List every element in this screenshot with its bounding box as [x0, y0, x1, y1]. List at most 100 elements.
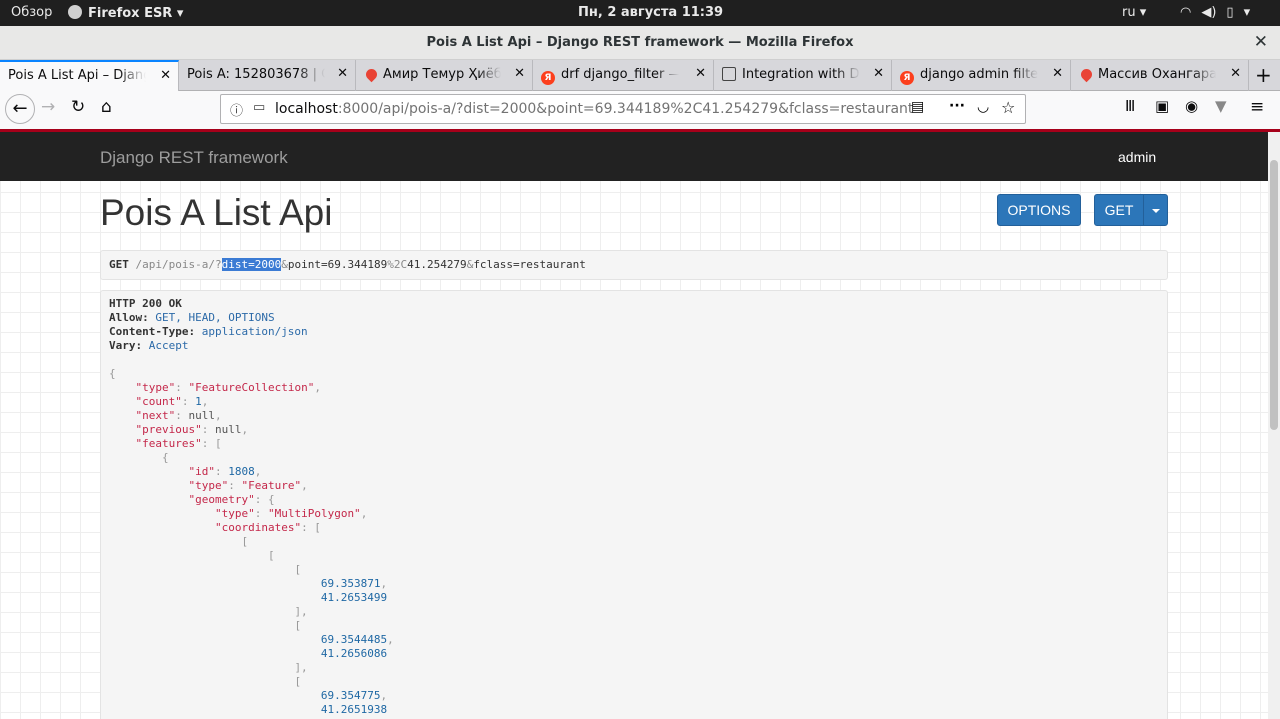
url-bar[interactable]: ⓘ ▭ localhost:8000/api/pois-a/?dist=2000…	[220, 94, 1026, 124]
header-key: Allow:	[109, 311, 149, 324]
json-null: null	[188, 409, 216, 422]
json-key: "count"	[135, 395, 182, 408]
fclass-value: restaurant	[519, 258, 586, 271]
tab-yandex-drf-filter[interactable]: Яdrf django_filter — Яндекс ✕	[533, 60, 714, 91]
yandex-icon: Я	[541, 71, 555, 85]
tab-label: Pois A: 152803678 | Change	[187, 67, 325, 82]
get-format-dropdown[interactable]	[1143, 194, 1168, 226]
clock[interactable]: Пн, 2 августа 11:39	[578, 5, 723, 20]
window-close-icon[interactable]: ✕	[1254, 32, 1268, 52]
user-menu[interactable]: admin	[1118, 149, 1156, 165]
tab-close-icon[interactable]: ✕	[873, 66, 884, 81]
app-menu-label: Firefox ESR	[88, 6, 173, 21]
query-separator: &	[281, 258, 288, 271]
json-key: "id"	[188, 465, 215, 478]
tab-label: Массив Охангарабод	[1098, 67, 1216, 82]
extension-icon[interactable]: ▼	[1215, 97, 1227, 115]
tab-label: Амир Темур Ҳиёбони	[383, 67, 501, 82]
json-key: "type"	[135, 381, 176, 394]
account-icon[interactable]: ◉	[1185, 97, 1198, 115]
tab-label: Integration with DRF	[742, 67, 860, 82]
json-number: 41.2653499	[320, 591, 388, 604]
system-tray[interactable]: ◠ ◀) ▯ ▾	[1180, 5, 1260, 20]
tab-close-icon[interactable]: ✕	[160, 68, 171, 83]
tab-close-icon[interactable]: ✕	[695, 66, 706, 81]
json-key: "previous"	[135, 423, 202, 436]
map-pin-icon	[1078, 66, 1095, 83]
tab-map-ohangarabod[interactable]: Массив Охангарабод ✕	[1071, 60, 1249, 91]
drf-navbar: Django REST framework admin	[0, 132, 1268, 181]
tab-yandex-admin-filter[interactable]: Яdjango admin filter — Яндекс ✕	[892, 60, 1071, 91]
gnome-top-bar: Обзор Firefox ESR ▾ Пн, 2 августа 11:39 …	[0, 0, 1280, 26]
url-text[interactable]: localhost:8000/api/pois-a/?dist=2000&poi…	[275, 101, 913, 117]
app-menu-button[interactable]: Firefox ESR ▾	[68, 5, 183, 21]
json-number: 41.2651938	[320, 703, 388, 716]
keyboard-layout-label: ru	[1122, 5, 1136, 20]
page-actions-icon[interactable]: ···	[949, 98, 965, 114]
new-tab-icon[interactable]: +	[1255, 63, 1272, 87]
tab-integration-drf[interactable]: Integration with DRF ✕	[714, 60, 892, 91]
scrollbar-thumb[interactable]	[1270, 160, 1278, 430]
tab-close-icon[interactable]: ✕	[514, 66, 525, 81]
json-key: "type"	[214, 507, 255, 520]
home-icon[interactable]: ⌂	[101, 97, 112, 117]
window-titlebar[interactable]: Pois A List Api – Django REST framework …	[0, 26, 1280, 60]
tab-close-icon[interactable]: ✕	[337, 66, 348, 81]
reload-icon[interactable]: ↻	[71, 97, 85, 117]
header-value: Accept	[148, 339, 189, 352]
header-value: GET, HEAD, OPTIONS	[155, 311, 275, 324]
reader-view-icon[interactable]: ▤	[911, 99, 924, 115]
page-icon: ▭	[253, 100, 266, 115]
tab-map-amir-temur[interactable]: Амир Темур Ҳиёбони ✕	[356, 60, 533, 91]
back-arrow-icon[interactable]: ←	[5, 94, 35, 124]
page-scrollbar[interactable]	[1268, 132, 1280, 719]
tab-pois-a-change[interactable]: Pois A: 152803678 | Change ✕	[179, 60, 356, 91]
json-key: "type"	[188, 479, 229, 492]
header-key: Vary:	[109, 339, 143, 352]
request-path: /api/pois-a/?	[135, 258, 222, 271]
point-encoded-comma: %2C	[387, 258, 408, 271]
selected-query-param[interactable]: dist=2000	[221, 258, 282, 271]
json-string: "Feature"	[241, 479, 302, 492]
tab-label: drf django_filter — Яндекс	[561, 67, 679, 82]
json-key: "features"	[135, 437, 202, 450]
tab-label: Pois A List Api – Django REST framework	[8, 68, 146, 83]
json-key: "geometry"	[188, 493, 255, 506]
keyboard-layout-button[interactable]: ru ▾	[1122, 5, 1146, 20]
json-number: 69.3544485	[320, 633, 388, 646]
json-string: "FeatureCollection"	[188, 381, 315, 394]
drf-brand-link[interactable]: Django REST framework	[100, 148, 288, 168]
volume-icon: ◀)	[1201, 5, 1217, 20]
json-number: 41.2656086	[320, 647, 388, 660]
json-key: "coordinates"	[214, 521, 302, 534]
header-key: Content-Type:	[109, 325, 196, 338]
url-host: localhost	[275, 101, 338, 117]
sidebar-icon[interactable]: ▣	[1155, 97, 1169, 115]
json-number: 69.353871	[320, 577, 381, 590]
request-method: GET	[109, 258, 129, 271]
get-button[interactable]: GET	[1094, 194, 1144, 226]
forward-arrow-icon[interactable]: →	[41, 97, 55, 117]
pocket-icon[interactable]: ◡	[977, 99, 989, 115]
options-button[interactable]: OPTIONS	[997, 194, 1081, 226]
page-content: Django REST framework admin Pois A List …	[0, 132, 1268, 719]
tab-pois-a-list[interactable]: Pois A List Api – Django REST framework ✕	[0, 60, 179, 91]
caret-down-icon	[1151, 209, 1160, 214]
request-info: GET /api/pois-a/?dist=2000&point=69.3441…	[100, 250, 1168, 280]
info-icon[interactable]: ⓘ	[230, 100, 243, 119]
json-number: 1808	[228, 465, 255, 478]
library-icon[interactable]: Ⅲ	[1125, 97, 1135, 115]
tab-close-icon[interactable]: ✕	[1230, 66, 1241, 81]
json-number: 69.354775	[320, 689, 381, 702]
activities-button[interactable]: Обзор	[11, 5, 52, 20]
yandex-icon: Я	[900, 71, 914, 85]
dist-value: 2000	[254, 258, 282, 271]
chevron-down-icon: ▾	[1243, 5, 1251, 20]
tab-close-icon[interactable]: ✕	[1052, 66, 1063, 81]
bookmark-star-icon[interactable]: ☆	[1001, 98, 1015, 117]
document-icon	[722, 67, 736, 81]
point-value: 69.344189	[327, 258, 388, 271]
menu-icon[interactable]: ≡	[1250, 97, 1264, 117]
battery-icon: ▯	[1226, 5, 1234, 20]
response-status: HTTP 200 OK	[109, 297, 182, 310]
